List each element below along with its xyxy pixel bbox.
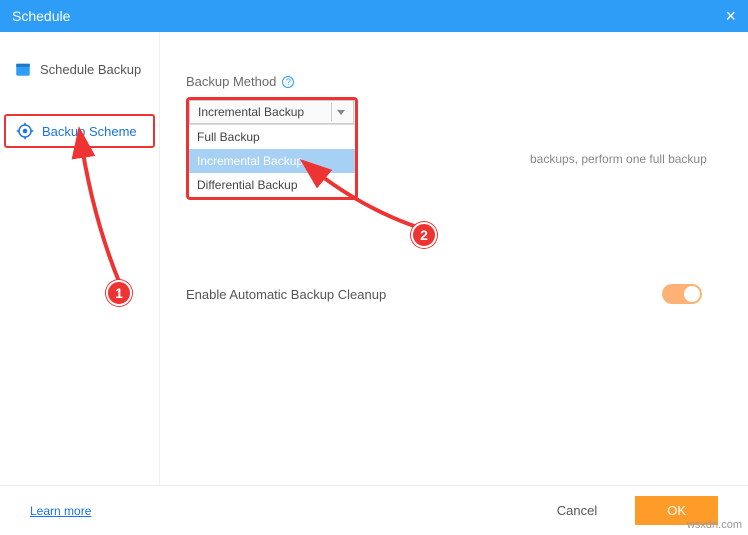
sidebar: Schedule Backup Backup Scheme (0, 32, 160, 485)
help-icon[interactable]: ? (282, 76, 294, 88)
calendar-icon (14, 60, 32, 78)
sidebar-item-label: Schedule Backup (40, 62, 141, 77)
option-incremental-backup[interactable]: Incremental Backup (189, 149, 355, 173)
backup-hint: backups, perform one full backup (530, 152, 707, 166)
backup-method-label: Backup Method ? (186, 74, 722, 89)
option-full-backup[interactable]: Full Backup (189, 125, 355, 149)
dialog-header: Schedule × (0, 0, 748, 32)
callout-1: 1 (106, 280, 132, 306)
cleanup-row: Enable Automatic Backup Cleanup (186, 284, 722, 304)
watermark: wsxdn.com (687, 519, 742, 531)
sidebar-item-backup-scheme[interactable]: Backup Scheme (4, 114, 155, 148)
sidebar-item-label: Backup Scheme (42, 124, 137, 139)
dialog-title: Schedule (12, 8, 70, 24)
cleanup-label: Enable Automatic Backup Cleanup (186, 287, 386, 302)
learn-more-link[interactable]: Learn more (30, 504, 91, 518)
chevron-down-icon[interactable] (331, 103, 349, 121)
callout-2: 2 (411, 222, 437, 248)
option-differential-backup[interactable]: Differential Backup (189, 173, 355, 197)
cancel-button[interactable]: Cancel (547, 497, 607, 524)
cleanup-toggle[interactable] (662, 284, 702, 304)
close-icon[interactable]: × (725, 6, 736, 27)
backup-method-dropdown-wrap: Incremental Backup Full Backup Increment… (186, 97, 358, 200)
sidebar-item-schedule-backup[interactable]: Schedule Backup (0, 52, 159, 86)
dialog-footer: Learn more Cancel OK (0, 485, 748, 535)
main-panel: Backup Method ? Incremental Backup Full … (160, 32, 748, 485)
dropdown-options: Full Backup Incremental Backup Different… (189, 124, 355, 197)
backup-method-dropdown[interactable]: Incremental Backup (189, 100, 354, 124)
dropdown-selected: Incremental Backup (198, 105, 304, 119)
gear-icon (16, 122, 34, 140)
